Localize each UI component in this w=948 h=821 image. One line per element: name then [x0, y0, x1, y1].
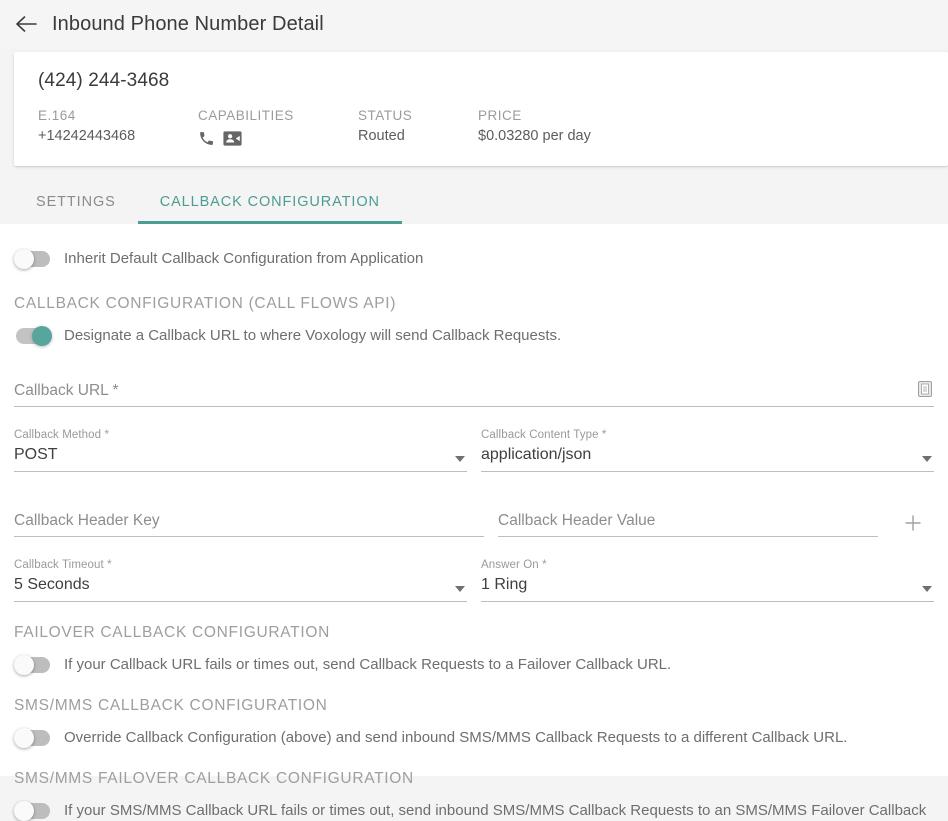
callback-content-type-label: Callback Content Type *: [481, 429, 607, 441]
answer-on-label: Answer On *: [481, 559, 547, 571]
meta-capabilities-label: CAPABILITIES: [198, 108, 294, 123]
toggle-knob: [14, 249, 34, 269]
sms-callback-toggle[interactable]: [14, 728, 52, 748]
input-indicator-icon[interactable]: [918, 381, 934, 399]
answer-on-field: Answer On * 1 Ring: [481, 559, 934, 602]
callback-header-key-field: [14, 494, 484, 537]
sms-callback-section-header: SMS/MMS CALLBACK CONFIGURATION: [14, 697, 328, 714]
meta-e164-label: E.164: [38, 108, 76, 123]
designate-callback-url-label: Designate a Callback URL to where Voxolo…: [64, 327, 562, 344]
callback-url-row: [14, 364, 934, 407]
plus-icon: [903, 513, 923, 533]
callback-content-type-field: Callback Content Type * application/json: [481, 429, 934, 472]
app-header: Inbound Phone Number Detail: [0, 0, 948, 48]
tab-settings[interactable]: SETTINGS: [14, 180, 138, 224]
meta-status: STATUS Routed: [358, 108, 478, 144]
meta-capabilities: CAPABILITIES: [198, 108, 358, 148]
callback-configuration-panel: Inherit Default Callback Configuration f…: [0, 224, 948, 821]
sms-failover-callback-row: If your SMS/MMS Callback URL fails or ti…: [14, 800, 934, 821]
sms-failover-callback-section-header: SMS/MMS FAILOVER CALLBACK CONFIGURATION: [14, 770, 414, 787]
meta-e164-value: +14242443468: [38, 128, 136, 144]
sms-failover-callback-toggle[interactable]: [14, 801, 52, 821]
callback-header-key-label: [14, 494, 484, 508]
failover-callback-section-header: FAILOVER CALLBACK CONFIGURATION: [14, 624, 330, 641]
add-header-button[interactable]: [892, 494, 934, 537]
toggle-knob: [32, 326, 52, 346]
sms-callback-row: Override Callback Configuration (above) …: [14, 727, 934, 748]
meta-price-label: PRICE: [478, 108, 522, 123]
callback-url-input[interactable]: [14, 381, 934, 407]
answer-on-select[interactable]: 1 Ring: [481, 576, 934, 602]
back-arrow-icon[interactable]: [14, 11, 40, 37]
summary-meta-row: E.164 +14242443468 CAPABILITIES STATUS R…: [38, 108, 924, 148]
timeout-answer-row: Callback Timeout * 5 Seconds Answer On *…: [14, 559, 934, 602]
callback-header-key-input[interactable]: [14, 511, 484, 537]
callback-timeout-select[interactable]: 5 Seconds: [14, 576, 467, 602]
toggle-knob: [14, 728, 34, 748]
callback-form: Callback Method * POST Callback Content …: [14, 364, 934, 602]
callback-method-select[interactable]: POST: [14, 446, 467, 472]
inherit-default-callback-label: Inherit Default Callback Configuration f…: [64, 250, 424, 267]
page-title: Inbound Phone Number Detail: [52, 12, 324, 35]
toggle-knob: [14, 801, 34, 821]
callback-url-float-label: [14, 364, 934, 378]
callback-url-field: [14, 364, 934, 407]
designate-callback-url-row: Designate a Callback URL to where Voxolo…: [14, 325, 934, 346]
method-content-type-row: Callback Method * POST Callback Content …: [14, 429, 934, 472]
meta-price-value: $0.03280 per day: [478, 128, 591, 144]
tab-callback-configuration[interactable]: CALLBACK CONFIGURATION: [137, 180, 403, 224]
failover-callback-row: If your Callback URL fails or times out,…: [14, 654, 934, 675]
phone-icon: [198, 130, 215, 147]
capability-icons: [198, 128, 358, 148]
tab-settings-label: SETTINGS: [36, 194, 116, 210]
toggle-knob: [14, 655, 34, 675]
status-badge: Routed: [358, 128, 405, 144]
callback-timeout-label: Callback Timeout *: [14, 559, 112, 571]
designate-callback-url-toggle[interactable]: [14, 326, 52, 346]
callback-configuration-section-header: CALLBACK CONFIGURATION (CALL FLOWS API): [14, 295, 397, 312]
failover-callback-label: If your Callback URL fails or times out,…: [64, 656, 672, 673]
meta-price: PRICE $0.03280 per day: [478, 108, 591, 144]
sms-callback-label: Override Callback Configuration (above) …: [64, 729, 848, 746]
callback-timeout-field: Callback Timeout * 5 Seconds: [14, 559, 467, 602]
inherit-default-callback-row: Inherit Default Callback Configuration f…: [14, 248, 934, 269]
callback-content-type-select[interactable]: application/json: [481, 446, 934, 472]
meta-status-label: STATUS: [358, 108, 413, 123]
video-contact-icon: [223, 130, 242, 146]
tab-callback-configuration-label: CALLBACK CONFIGURATION: [159, 194, 380, 210]
meta-e164: E.164 +14242443468: [38, 108, 198, 144]
phone-number-summary-card: (424) 244-3468 E.164 +14242443468 CAPABI…: [14, 52, 948, 166]
callback-method-field: Callback Method * POST: [14, 429, 467, 472]
callback-header-value-field: [498, 494, 878, 537]
callback-method-label: Callback Method *: [14, 429, 110, 441]
sms-failover-callback-label: If your SMS/MMS Callback URL fails or ti…: [64, 802, 927, 819]
callback-header-value-label: [498, 494, 878, 508]
callback-header-value-input[interactable]: [498, 511, 878, 537]
inherit-default-callback-toggle[interactable]: [14, 249, 52, 269]
callback-header-row: [14, 494, 934, 537]
phone-number-display: (424) 244-3468: [38, 70, 170, 91]
tab-bar: SETTINGS CALLBACK CONFIGURATION: [0, 180, 948, 224]
failover-callback-toggle[interactable]: [14, 655, 52, 675]
